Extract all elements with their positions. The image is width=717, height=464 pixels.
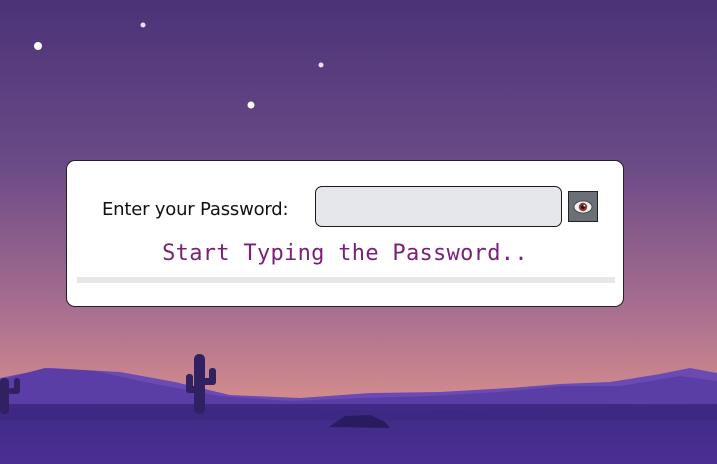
password-status-text: Start Typing the Password.. [162,241,528,266]
password-input[interactable] [315,186,562,227]
star [247,101,255,109]
star [34,42,42,50]
star [140,22,146,28]
password-strength-bar [77,277,615,283]
star [318,62,324,68]
eye-icon [573,200,593,214]
password-card: Enter your Password: Start Typing the Pa… [66,160,624,307]
toggle-password-visibility-button[interactable] [568,191,598,222]
password-label: Enter your Password: [102,199,289,220]
